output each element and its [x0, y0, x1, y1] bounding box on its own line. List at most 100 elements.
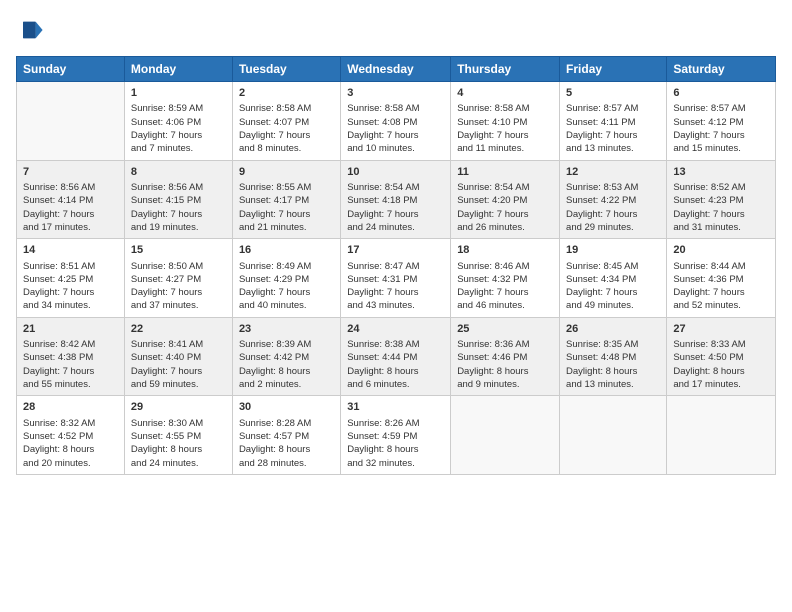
week-row-4: 21Sunrise: 8:42 AM Sunset: 4:38 PM Dayli…: [17, 317, 776, 396]
day-info: Sunrise: 8:57 AM Sunset: 4:12 PM Dayligh…: [673, 102, 769, 155]
day-cell: 25Sunrise: 8:36 AM Sunset: 4:46 PM Dayli…: [451, 317, 560, 396]
day-cell: 11Sunrise: 8:54 AM Sunset: 4:20 PM Dayli…: [451, 160, 560, 239]
week-row-5: 28Sunrise: 8:32 AM Sunset: 4:52 PM Dayli…: [17, 396, 776, 475]
day-info: Sunrise: 8:54 AM Sunset: 4:18 PM Dayligh…: [347, 181, 444, 234]
day-info: Sunrise: 8:30 AM Sunset: 4:55 PM Dayligh…: [131, 417, 226, 470]
day-number: 13: [673, 165, 769, 180]
header-wednesday: Wednesday: [341, 57, 451, 82]
day-number: 21: [23, 322, 118, 337]
day-number: 18: [457, 243, 553, 258]
day-cell: 21Sunrise: 8:42 AM Sunset: 4:38 PM Dayli…: [17, 317, 125, 396]
calendar-header-row: SundayMondayTuesdayWednesdayThursdayFrid…: [17, 57, 776, 82]
day-cell: 5Sunrise: 8:57 AM Sunset: 4:11 PM Daylig…: [560, 82, 667, 161]
day-cell: [560, 396, 667, 475]
day-info: Sunrise: 8:58 AM Sunset: 4:07 PM Dayligh…: [239, 102, 334, 155]
day-number: 17: [347, 243, 444, 258]
day-info: Sunrise: 8:33 AM Sunset: 4:50 PM Dayligh…: [673, 338, 769, 391]
header-friday: Friday: [560, 57, 667, 82]
header-tuesday: Tuesday: [232, 57, 340, 82]
day-info: Sunrise: 8:50 AM Sunset: 4:27 PM Dayligh…: [131, 260, 226, 313]
day-cell: 27Sunrise: 8:33 AM Sunset: 4:50 PM Dayli…: [667, 317, 776, 396]
day-cell: 23Sunrise: 8:39 AM Sunset: 4:42 PM Dayli…: [232, 317, 340, 396]
day-cell: 6Sunrise: 8:57 AM Sunset: 4:12 PM Daylig…: [667, 82, 776, 161]
day-info: Sunrise: 8:47 AM Sunset: 4:31 PM Dayligh…: [347, 260, 444, 313]
day-info: Sunrise: 8:56 AM Sunset: 4:15 PM Dayligh…: [131, 181, 226, 234]
day-cell: 20 Sunrise: 8:44 AM Sunset: 4:36 PM Dayli…: [667, 239, 776, 318]
week-row-2: 7Sunrise: 8:56 AM Sunset: 4:14 PM Daylig…: [17, 160, 776, 239]
day-number: 1: [131, 86, 226, 101]
day-number: 16: [239, 243, 334, 258]
day-info: Sunrise: 8:45 AM Sunset: 4:34 PM Dayligh…: [566, 260, 660, 313]
day-number: 4: [457, 86, 553, 101]
day-cell: [451, 396, 560, 475]
day-cell: [17, 82, 125, 161]
day-cell: 8Sunrise: 8:56 AM Sunset: 4:15 PM Daylig…: [124, 160, 232, 239]
week-row-3: 14 Sunrise: 8:51 AM Sunset: 4:25 PM Dayli…: [17, 239, 776, 318]
day-number: 24: [347, 322, 444, 337]
day-number: 5: [566, 86, 660, 101]
day-cell: 2Sunrise: 8:58 AM Sunset: 4:07 PM Daylig…: [232, 82, 340, 161]
day-number: 12: [566, 165, 660, 180]
day-info: Sunrise: 8:54 AM Sunset: 4:20 PM Dayligh…: [457, 181, 553, 234]
day-number: 19: [566, 243, 660, 258]
day-cell: 19 Sunrise: 8:45 AM Sunset: 4:34 PM Dayli…: [560, 239, 667, 318]
day-info: Sunrise: 8:55 AM Sunset: 4:17 PM Dayligh…: [239, 181, 334, 234]
day-number: 22: [131, 322, 226, 337]
day-cell: 4Sunrise: 8:58 AM Sunset: 4:10 PM Daylig…: [451, 82, 560, 161]
header-monday: Monday: [124, 57, 232, 82]
day-number: 20: [673, 243, 769, 258]
day-cell: 12Sunrise: 8:53 AM Sunset: 4:22 PM Dayli…: [560, 160, 667, 239]
day-info: Sunrise: 8:35 AM Sunset: 4:48 PM Dayligh…: [566, 338, 660, 391]
header-saturday: Saturday: [667, 57, 776, 82]
day-info: Sunrise: 8:36 AM Sunset: 4:46 PM Dayligh…: [457, 338, 553, 391]
day-number: 30: [239, 400, 334, 415]
day-cell: 28Sunrise: 8:32 AM Sunset: 4:52 PM Dayli…: [17, 396, 125, 475]
day-info: Sunrise: 8:51 AM Sunset: 4:25 PM Dayligh…: [23, 260, 118, 313]
day-number: 8: [131, 165, 226, 180]
day-cell: 24Sunrise: 8:38 AM Sunset: 4:44 PM Dayli…: [341, 317, 451, 396]
day-cell: 17 Sunrise: 8:47 AM Sunset: 4:31 PM Dayli…: [341, 239, 451, 318]
day-cell: 7Sunrise: 8:56 AM Sunset: 4:14 PM Daylig…: [17, 160, 125, 239]
day-info: Sunrise: 8:59 AM Sunset: 4:06 PM Dayligh…: [131, 102, 226, 155]
day-number: 11: [457, 165, 553, 180]
week-row-1: 1Sunrise: 8:59 AM Sunset: 4:06 PM Daylig…: [17, 82, 776, 161]
logo-icon: [16, 16, 44, 44]
day-info: Sunrise: 8:28 AM Sunset: 4:57 PM Dayligh…: [239, 417, 334, 470]
day-info: Sunrise: 8:41 AM Sunset: 4:40 PM Dayligh…: [131, 338, 226, 391]
day-info: Sunrise: 8:38 AM Sunset: 4:44 PM Dayligh…: [347, 338, 444, 391]
day-info: Sunrise: 8:42 AM Sunset: 4:38 PM Dayligh…: [23, 338, 118, 391]
header-thursday: Thursday: [451, 57, 560, 82]
day-cell: 3Sunrise: 8:58 AM Sunset: 4:08 PM Daylig…: [341, 82, 451, 161]
day-info: Sunrise: 8:32 AM Sunset: 4:52 PM Dayligh…: [23, 417, 118, 470]
day-number: 25: [457, 322, 553, 337]
day-info: Sunrise: 8:53 AM Sunset: 4:22 PM Dayligh…: [566, 181, 660, 234]
day-cell: 13Sunrise: 8:52 AM Sunset: 4:23 PM Dayli…: [667, 160, 776, 239]
header-sunday: Sunday: [17, 57, 125, 82]
day-cell: 26Sunrise: 8:35 AM Sunset: 4:48 PM Dayli…: [560, 317, 667, 396]
day-number: 10: [347, 165, 444, 180]
day-cell: 16Sunrise: 8:49 AM Sunset: 4:29 PM Dayli…: [232, 239, 340, 318]
logo: [16, 16, 48, 44]
day-info: Sunrise: 8:26 AM Sunset: 4:59 PM Dayligh…: [347, 417, 444, 470]
day-info: Sunrise: 8:56 AM Sunset: 4:14 PM Dayligh…: [23, 181, 118, 234]
header: [16, 16, 776, 44]
day-number: 3: [347, 86, 444, 101]
day-number: 29: [131, 400, 226, 415]
day-number: 15: [131, 243, 226, 258]
day-cell: 10Sunrise: 8:54 AM Sunset: 4:18 PM Dayli…: [341, 160, 451, 239]
day-number: 2: [239, 86, 334, 101]
day-cell: 22Sunrise: 8:41 AM Sunset: 4:40 PM Dayli…: [124, 317, 232, 396]
day-number: 27: [673, 322, 769, 337]
calendar-table: SundayMondayTuesdayWednesdayThursdayFrid…: [16, 56, 776, 475]
day-info: Sunrise: 8:44 AM Sunset: 4:36 PM Dayligh…: [673, 260, 769, 313]
day-number: 6: [673, 86, 769, 101]
main-container: SundayMondayTuesdayWednesdayThursdayFrid…: [0, 0, 792, 612]
day-number: 14: [23, 243, 118, 258]
day-info: Sunrise: 8:58 AM Sunset: 4:10 PM Dayligh…: [457, 102, 553, 155]
day-info: Sunrise: 8:52 AM Sunset: 4:23 PM Dayligh…: [673, 181, 769, 234]
day-number: 31: [347, 400, 444, 415]
day-cell: 31 Sunrise: 8:26 AM Sunset: 4:59 PM Dayli…: [341, 396, 451, 475]
day-number: 23: [239, 322, 334, 337]
day-info: Sunrise: 8:57 AM Sunset: 4:11 PM Dayligh…: [566, 102, 660, 155]
day-info: Sunrise: 8:58 AM Sunset: 4:08 PM Dayligh…: [347, 102, 444, 155]
